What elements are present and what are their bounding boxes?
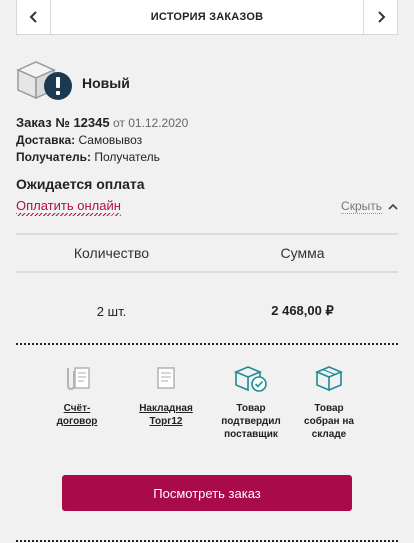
view-order-button[interactable]: Посмотреть заказ xyxy=(62,475,352,511)
waybill-torg12-link[interactable]: Накладная Торг12 xyxy=(121,402,211,428)
table-header: Количество Сумма xyxy=(16,233,398,273)
paperclip-document-icon xyxy=(67,367,90,391)
next-button[interactable] xyxy=(363,0,397,34)
box-check-icon xyxy=(233,366,267,392)
divider xyxy=(16,343,398,345)
order-documents: Счёт- договор Накладная Торг12 Товар под… xyxy=(16,360,398,460)
order-number: Заказ № 12345 xyxy=(16,115,110,130)
order-summary-table: Количество Сумма 2 шт. 2 468,00 ₽ xyxy=(16,233,398,349)
box-icon xyxy=(314,366,344,392)
order-date: от 01.12.2020 xyxy=(112,116,189,130)
table-row: 2 шт. 2 468,00 ₽ xyxy=(16,273,398,349)
divider-bottom xyxy=(16,540,398,542)
document-icon xyxy=(157,367,175,389)
invoice-contract-link[interactable]: Счёт- договор xyxy=(32,402,122,428)
pay-online-link[interactable]: Оплатить онлайн xyxy=(16,198,121,216)
warehouse-collected-label: Товар собран на складе xyxy=(304,403,354,440)
payment-status-title: Ожидается оплата xyxy=(16,176,145,192)
hide-label: Скрыть xyxy=(341,199,382,214)
quantity-value: 2 шт. xyxy=(96,303,127,319)
status-label: Новый xyxy=(82,75,130,91)
order-info: Заказ № 12345 от 01.12.2020 Доставка: Са… xyxy=(16,114,188,166)
supplier-confirmed-label: Товар подтвердил поставщик xyxy=(221,403,281,440)
prev-button[interactable] xyxy=(17,0,51,34)
recipient-value: Получатель xyxy=(94,150,160,164)
chevron-right-icon xyxy=(377,11,385,23)
delivery-value: Самовывоз xyxy=(78,133,143,147)
waybill-torg12-item[interactable]: Накладная Торг12 xyxy=(121,360,211,428)
sum-header: Сумма xyxy=(280,245,325,261)
history-header: ИСТОРИЯ ЗАКАЗОВ xyxy=(16,0,398,35)
delivery-label: Доставка: xyxy=(16,133,76,147)
hide-toggle[interactable]: Скрыть xyxy=(341,199,398,214)
quantity-header: Количество xyxy=(73,245,150,261)
box-alert-icon xyxy=(16,61,72,100)
page-title: ИСТОРИЯ ЗАКАЗОВ xyxy=(150,11,264,23)
recipient-label: Получатель: xyxy=(16,150,91,164)
order-status: Новый xyxy=(16,58,398,104)
chevron-left-icon xyxy=(29,11,37,23)
sum-value: 2 468,00 ₽ xyxy=(271,303,334,318)
supplier-confirmed-item: Товар подтвердил поставщик xyxy=(206,360,296,441)
chevron-up-icon xyxy=(388,203,398,210)
invoice-contract-item[interactable]: Счёт- договор xyxy=(32,360,122,428)
warehouse-collected-item: Товар собран на складе xyxy=(284,360,374,441)
